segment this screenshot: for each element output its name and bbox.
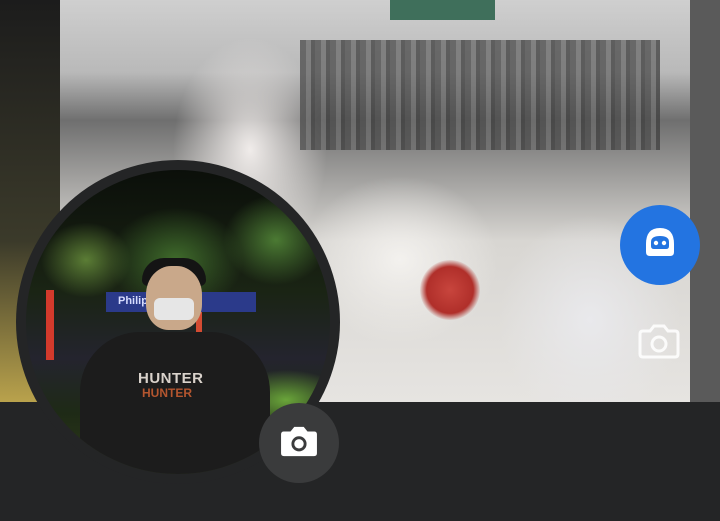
hoodie-text: HUNTER [138, 370, 204, 387]
profile-photo-mask [154, 298, 194, 320]
profile-photo-detail [46, 290, 54, 360]
cover-photo-crowd [300, 40, 660, 150]
cover-photo-detail [390, 0, 495, 20]
camera-icon [278, 424, 320, 463]
avatar-button[interactable] [620, 205, 700, 285]
cover-photo-detail [690, 0, 720, 402]
avatar-icon [638, 224, 682, 267]
hoodie-text-shadow: HUNTER [142, 386, 192, 400]
cover-photo-ribbon [420, 260, 480, 320]
profile-camera-button[interactable] [259, 403, 339, 483]
cover-camera-button[interactable] [632, 316, 686, 370]
profile-photo-hoodie [80, 332, 270, 474]
camera-icon [637, 323, 681, 364]
